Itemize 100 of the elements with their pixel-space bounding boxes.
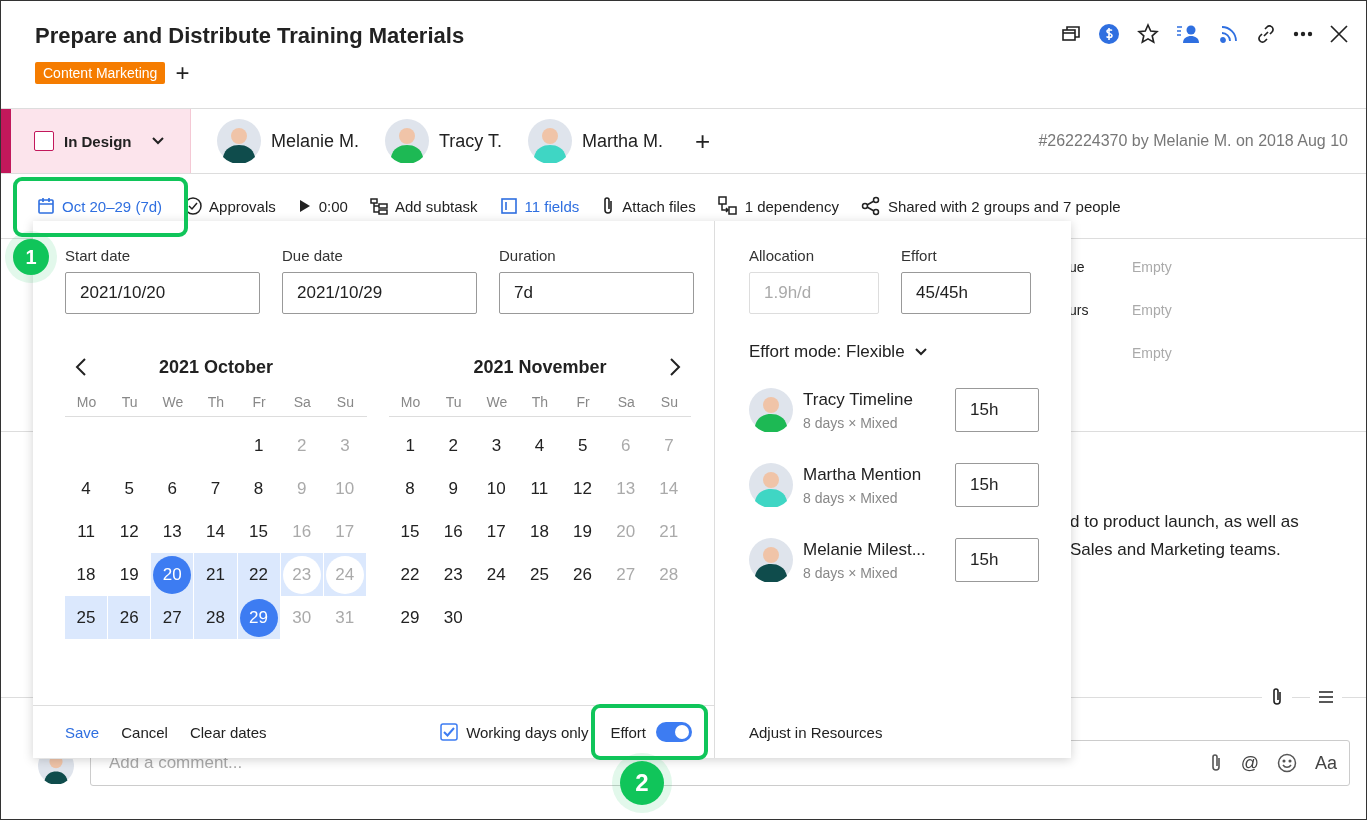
avatar-icon bbox=[749, 388, 793, 432]
add-tag-button[interactable]: + bbox=[175, 61, 190, 85]
feed-icon[interactable] bbox=[1219, 24, 1239, 44]
hours-field[interactable]: 15h bbox=[955, 538, 1039, 582]
calendar-day[interactable]: 7 bbox=[196, 469, 235, 508]
status-dropdown[interactable]: In Design bbox=[1, 109, 191, 173]
avatar-icon bbox=[749, 538, 793, 582]
paperclip-icon[interactable] bbox=[1270, 687, 1284, 707]
format-button[interactable]: Aa bbox=[1314, 752, 1337, 774]
assignee-name[interactable]: Martha M. bbox=[582, 130, 664, 152]
calendar-day[interactable]: 11 bbox=[520, 469, 559, 508]
toolbar-button[interactable]: 1 dependency bbox=[717, 196, 839, 216]
weekday-label: We bbox=[162, 394, 184, 410]
calendar-day[interactable]: 4 bbox=[520, 426, 559, 465]
windows-icon[interactable] bbox=[1061, 24, 1081, 44]
calendar-day[interactable]: 18 bbox=[520, 512, 559, 551]
calendar-day[interactable]: 26 bbox=[563, 555, 602, 594]
person-name: Martha Mention bbox=[803, 464, 923, 485]
previous-month-icon[interactable] bbox=[75, 357, 87, 377]
hours-field[interactable]: 15h bbox=[955, 463, 1039, 507]
checkbox[interactable] bbox=[440, 723, 459, 741]
calendar-day[interactable]: 14 bbox=[196, 512, 235, 551]
next-month-icon[interactable] bbox=[669, 357, 681, 377]
calendar-day[interactable]: 1 bbox=[239, 426, 278, 465]
toolbar-button[interactable]: 0:00 bbox=[297, 197, 348, 215]
add-assignee-button[interactable]: + bbox=[695, 128, 711, 154]
calendar-day[interactable]: 24 bbox=[477, 555, 516, 594]
calendar-day[interactable]: 17 bbox=[477, 512, 516, 551]
step-badge: 2 bbox=[620, 761, 664, 805]
calendar-day[interactable]: 10 bbox=[477, 469, 516, 508]
toolbar-button[interactable]: 11 fields bbox=[499, 197, 580, 215]
calendar-day[interactable]: 13 bbox=[153, 512, 192, 551]
calendar-day[interactable]: 5 bbox=[110, 469, 149, 508]
weekday-label: Tu bbox=[121, 394, 138, 410]
calendar-day[interactable]: 11 bbox=[67, 512, 106, 551]
calendar-day[interactable]: 9 bbox=[434, 469, 473, 508]
assignee-name[interactable]: Melanie M. bbox=[271, 130, 360, 152]
mention-button[interactable]: @ bbox=[1240, 752, 1259, 774]
calendar-day[interactable]: 30 bbox=[434, 598, 473, 637]
toolbar-button[interactable]: Attach files bbox=[601, 196, 696, 216]
calendar-day[interactable]: 18 bbox=[67, 555, 106, 594]
calendar-day[interactable]: 15 bbox=[239, 512, 278, 551]
calendar-day[interactable]: 8 bbox=[239, 469, 278, 508]
star-icon[interactable] bbox=[1137, 23, 1159, 45]
toolbar-button[interactable]: Oct 20–29 (7d) bbox=[37, 197, 163, 215]
date-field[interactable]: 7d bbox=[499, 272, 694, 314]
calendar-day[interactable]: 12 bbox=[110, 512, 149, 551]
calendar-day[interactable]: 3 bbox=[477, 426, 516, 465]
calendar-day[interactable]: 25 bbox=[520, 555, 559, 594]
avatar-icon bbox=[385, 119, 430, 163]
weekday-label: We bbox=[486, 394, 508, 410]
date-field[interactable]: 2021/10/20 bbox=[65, 272, 260, 314]
weekday-label: Th bbox=[531, 394, 549, 410]
calendar-day[interactable]: 8 bbox=[391, 469, 430, 508]
toolbar-button[interactable]: Approvals bbox=[184, 197, 276, 215]
toolbar-button[interactable]: Add subtask bbox=[369, 197, 478, 215]
menu-icon[interactable] bbox=[1318, 690, 1334, 704]
calendar-day[interactable]: 19 bbox=[563, 512, 602, 551]
close-icon[interactable] bbox=[1330, 25, 1348, 43]
toolbar-button[interactable]: Shared with 2 groups and 7 people bbox=[860, 196, 1121, 216]
calendar-day[interactable]: 1 bbox=[391, 426, 430, 465]
status-checkbox[interactable] bbox=[34, 131, 54, 151]
step-badge: 1 bbox=[13, 239, 49, 275]
effort-toggle[interactable] bbox=[656, 722, 692, 742]
person-detail: 8 days × Mixed bbox=[803, 489, 899, 506]
field-label: Allocation bbox=[749, 247, 816, 264]
calendar-day[interactable]: 16 bbox=[434, 512, 473, 551]
weekday-label: Su bbox=[336, 394, 354, 410]
assignee-name[interactable]: Tracy T. bbox=[439, 130, 503, 152]
calendar-day[interactable]: 2 bbox=[434, 426, 473, 465]
field-label: Duration bbox=[499, 247, 557, 264]
calendar-day[interactable]: 22 bbox=[391, 555, 430, 594]
date-field[interactable]: 2021/10/29 bbox=[282, 272, 477, 314]
month-title: 2021 November bbox=[473, 356, 607, 378]
effort-field[interactable]: 45/45h bbox=[901, 272, 1031, 314]
calendar-day[interactable]: 4 bbox=[67, 469, 106, 508]
calendar-day[interactable]: 20 bbox=[153, 555, 192, 594]
calendar-day[interactable]: 23 bbox=[434, 555, 473, 594]
calendar-day[interactable]: 12 bbox=[563, 469, 602, 508]
link-icon[interactable] bbox=[1256, 24, 1276, 44]
field-label: Due date bbox=[282, 247, 344, 264]
play-icon bbox=[297, 198, 312, 214]
clear-dates-link[interactable]: Clear dates bbox=[189, 723, 267, 741]
more-icon[interactable] bbox=[1293, 31, 1313, 37]
calendar-day[interactable]: 19 bbox=[110, 555, 149, 594]
calendar-day[interactable]: 15 bbox=[391, 512, 430, 551]
dollar-icon[interactable] bbox=[1098, 23, 1120, 45]
calendar-day[interactable]: 5 bbox=[563, 426, 602, 465]
cancel-link[interactable]: Cancel bbox=[121, 723, 168, 741]
effort-mode-dropdown[interactable]: Effort mode: Flexible bbox=[749, 342, 1039, 362]
calendar-day[interactable]: 29 bbox=[391, 598, 430, 637]
calendar-day[interactable]: 6 bbox=[153, 469, 192, 508]
save-link[interactable]: Save bbox=[65, 723, 100, 741]
person-icon[interactable] bbox=[1176, 24, 1202, 44]
avatar-icon bbox=[749, 463, 793, 507]
smiley-icon[interactable] bbox=[1276, 753, 1297, 773]
calendar-day[interactable]: 29 bbox=[239, 598, 278, 637]
weekday-label: Sa bbox=[617, 394, 635, 410]
hours-field[interactable]: 15h bbox=[955, 388, 1039, 432]
person-name: Tracy Timeline bbox=[803, 389, 914, 410]
